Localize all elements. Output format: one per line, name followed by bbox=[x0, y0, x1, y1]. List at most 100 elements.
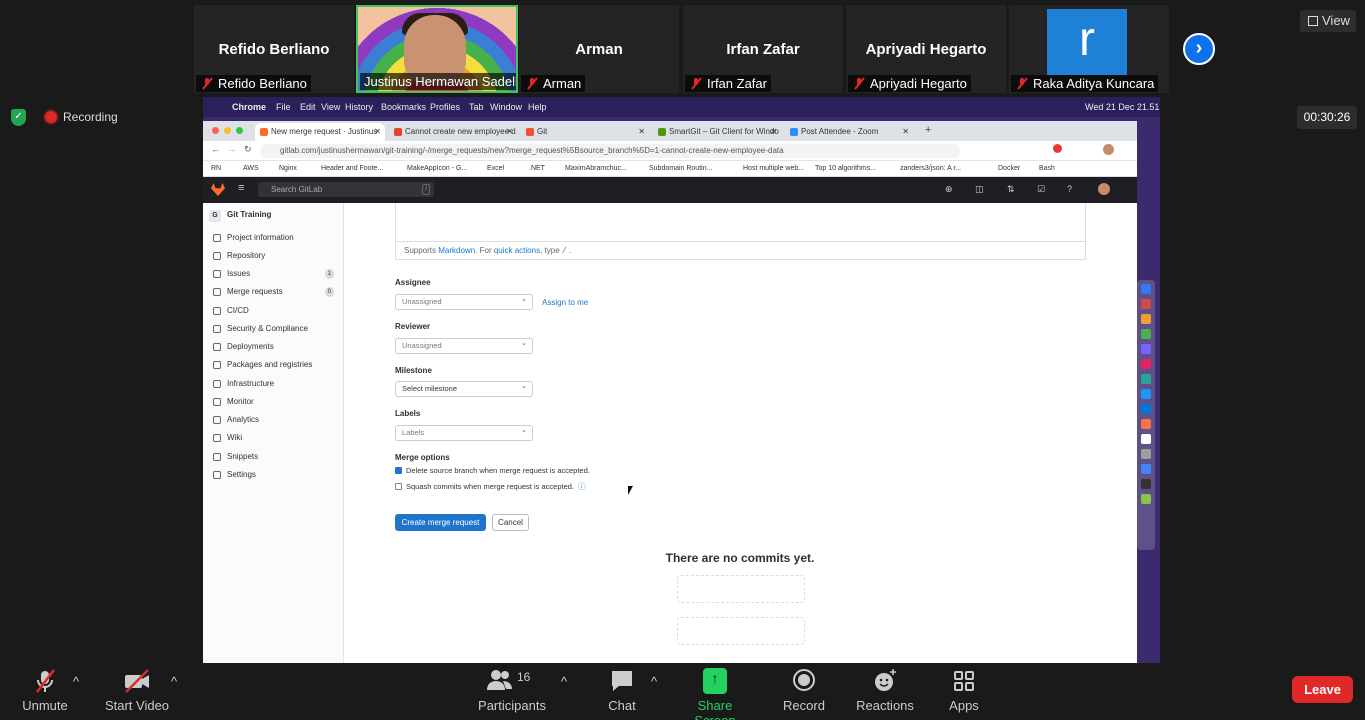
quick-actions-link[interactable]: quick actions bbox=[494, 246, 540, 255]
chat-bubble-icon bbox=[612, 671, 632, 691]
reviewer-dropdown[interactable]: Unassigned bbox=[395, 336, 533, 354]
sidebar-item-ci-cd[interactable]: CI/CD bbox=[213, 305, 334, 317]
close-tab-icon[interactable]: ✕ bbox=[506, 123, 513, 141]
sidebar-item-security-compliance[interactable]: Security & Compliance bbox=[213, 323, 334, 335]
package-icon bbox=[213, 361, 221, 369]
muted-microphone-icon bbox=[36, 669, 55, 693]
markdown-link[interactable]: Markdown bbox=[438, 246, 475, 255]
bookmark-item[interactable]: Host multiple web... bbox=[743, 161, 804, 177]
participant-tile[interactable]: Irfan Zafar Irfan Zafar bbox=[683, 5, 843, 93]
close-tab-icon[interactable]: ✕ bbox=[638, 123, 645, 141]
audio-options-caret-icon[interactable]: ^ bbox=[73, 674, 79, 689]
bookmark-item[interactable]: RN bbox=[211, 161, 221, 177]
url-input[interactable]: gitlab.com/justinushermawan/git-training… bbox=[260, 144, 960, 158]
leave-button[interactable]: Leave bbox=[1292, 676, 1353, 703]
participant-tile[interactable]: Refido Berliano Refido Berliano bbox=[194, 5, 354, 93]
description-textarea[interactable]: Supports Markdown. For quick actions, ty… bbox=[395, 203, 1086, 260]
sidebar-item-snippets[interactable]: Snippets bbox=[213, 451, 334, 463]
labels-dropdown[interactable]: Labels bbox=[395, 423, 533, 441]
participant-tile[interactable]: r Raka Aditya Kuncara bbox=[1009, 5, 1169, 93]
bookmark-item[interactable]: Docker bbox=[998, 161, 1020, 177]
unmute-button[interactable]: Unmute bbox=[18, 668, 72, 713]
chat-button[interactable]: Chat bbox=[597, 668, 647, 713]
record-button[interactable]: Record bbox=[781, 668, 827, 713]
bookmark-item[interactable]: Excel bbox=[487, 161, 504, 177]
participant-tile-active-speaker[interactable]: Justinus Hermawan Sadeli bbox=[356, 5, 518, 93]
assignee-dropdown[interactable]: Unassigned bbox=[395, 292, 533, 310]
start-video-button[interactable]: Start Video bbox=[102, 668, 172, 713]
profile-avatar-icon[interactable] bbox=[1103, 144, 1114, 155]
create-merge-request-button[interactable]: Create merge request bbox=[395, 514, 486, 531]
bookmark-item[interactable]: Top 10 algorithms... bbox=[815, 161, 876, 177]
browser-tab[interactable]: SmartGit – Git Client for Windo ✕ bbox=[653, 123, 781, 141]
bookmark-item[interactable]: Subdomain Routin... bbox=[649, 161, 712, 177]
sidebar-item-analytics[interactable]: Analytics bbox=[213, 414, 334, 426]
squash-commits-checkbox[interactable]: Squash commits when merge request is acc… bbox=[395, 482, 586, 492]
shared-screen[interactable]: Chrome File Edit View History Bookmarks … bbox=[203, 97, 1160, 663]
share-screen-button[interactable]: ↑ Share Screen bbox=[677, 668, 753, 720]
reactions-button[interactable]: Reactions bbox=[856, 668, 914, 713]
close-tab-icon[interactable]: ✕ bbox=[374, 123, 381, 141]
repository-icon bbox=[213, 252, 221, 260]
help-circle-icon[interactable]: ⓘ bbox=[578, 482, 586, 491]
browser-tab[interactable]: Cannot create new employee d ✕ bbox=[389, 123, 517, 141]
delete-source-branch-checkbox[interactable]: Delete source branch when merge request … bbox=[395, 466, 590, 476]
recording-indicator[interactable]: Recording bbox=[44, 109, 118, 125]
bookmark-item[interactable]: Nginx bbox=[279, 161, 297, 177]
participant-tile[interactable]: Apriyadi Hegarto Apriyadi Hegarto bbox=[846, 5, 1006, 93]
browser-tab-active[interactable]: New merge request · Justinus ✕ bbox=[255, 123, 385, 141]
help-icon[interactable]: ? bbox=[1067, 184, 1072, 194]
milestone-dropdown[interactable]: Select milestone bbox=[395, 379, 533, 397]
sidebar-item-deployments[interactable]: Deployments bbox=[213, 341, 334, 353]
sidebar-item-monitor[interactable]: Monitor bbox=[213, 396, 334, 408]
project-title[interactable]: G Git Training bbox=[209, 209, 271, 222]
assign-to-me-link[interactable]: Assign to me bbox=[542, 298, 588, 307]
bookmark-item[interactable]: MakeAppIcon - G... bbox=[407, 161, 467, 177]
browser-tab[interactable]: Git ✕ bbox=[521, 123, 649, 141]
sidebar-item-settings[interactable]: Settings bbox=[213, 469, 334, 481]
sidebar-item-project-information[interactable]: Project information bbox=[213, 232, 334, 244]
participant-tile[interactable]: Arman Arman bbox=[519, 5, 679, 93]
sidebar-item-repository[interactable]: Repository bbox=[213, 250, 334, 262]
chat-options-caret-icon[interactable]: ^ bbox=[651, 674, 657, 689]
cancel-button[interactable]: Cancel bbox=[492, 514, 529, 531]
security-shield-icon[interactable]: ✓ bbox=[11, 109, 26, 126]
todos-icon[interactable]: ☑ bbox=[1037, 184, 1045, 195]
merge-requests-icon[interactable]: ⇅ bbox=[1007, 184, 1015, 195]
bookmark-item[interactable]: Bash bbox=[1039, 161, 1055, 177]
hamburger-menu-icon[interactable]: ≡ bbox=[238, 182, 244, 194]
participants-button[interactable]: 16 Participants bbox=[477, 668, 547, 713]
bookmark-item[interactable]: zanders3/json: A r... bbox=[900, 161, 961, 177]
bookmark-item[interactable]: Header and Foote... bbox=[321, 161, 383, 177]
close-tab-icon[interactable]: ✕ bbox=[902, 123, 909, 141]
close-window-icon[interactable] bbox=[212, 127, 219, 134]
reload-icon[interactable]: ↻ bbox=[244, 144, 252, 155]
maximize-window-icon[interactable] bbox=[236, 127, 243, 134]
user-avatar[interactable] bbox=[1098, 183, 1110, 195]
extension-icon[interactable] bbox=[1053, 144, 1062, 153]
gitlab-logo-icon[interactable] bbox=[211, 183, 225, 196]
close-tab-icon[interactable]: ✕ bbox=[770, 123, 777, 141]
bookmark-item[interactable]: .NET bbox=[529, 161, 545, 177]
new-tab-icon[interactable]: + bbox=[925, 124, 931, 136]
sidebar-item-wiki[interactable]: Wiki bbox=[213, 432, 334, 444]
sidebar-item-merge-requests[interactable]: Merge requests 0 bbox=[213, 286, 334, 298]
sidebar-item-packages[interactable]: Packages and registries bbox=[213, 359, 334, 371]
gitlab-search-input[interactable]: Search GitLab / bbox=[258, 182, 434, 197]
create-new-icon[interactable]: ⊕ bbox=[945, 184, 953, 195]
sidebar-item-issues[interactable]: Issues 1 bbox=[213, 268, 334, 280]
apps-button[interactable]: Apps bbox=[944, 668, 984, 713]
minimize-window-icon[interactable] bbox=[224, 127, 231, 134]
bookmark-item[interactable]: AWS bbox=[243, 161, 259, 177]
next-page-button[interactable]: › bbox=[1183, 33, 1215, 65]
count-badge: 1 bbox=[324, 269, 334, 279]
issues-icon[interactable]: ◫ bbox=[975, 184, 984, 195]
participants-options-caret-icon[interactable]: ^ bbox=[561, 674, 567, 689]
browser-tab[interactable]: Post Attendee - Zoom ✕ bbox=[785, 123, 913, 141]
sidebar-item-infrastructure[interactable]: Infrastructure bbox=[213, 378, 334, 390]
video-options-caret-icon[interactable]: ^ bbox=[171, 674, 177, 689]
view-button[interactable]: View bbox=[1300, 10, 1356, 32]
back-arrow-icon[interactable]: ← bbox=[211, 144, 220, 154]
bookmark-item[interactable]: MaximAbramchuc... bbox=[565, 161, 627, 177]
forward-arrow-icon[interactable]: → bbox=[227, 144, 236, 154]
